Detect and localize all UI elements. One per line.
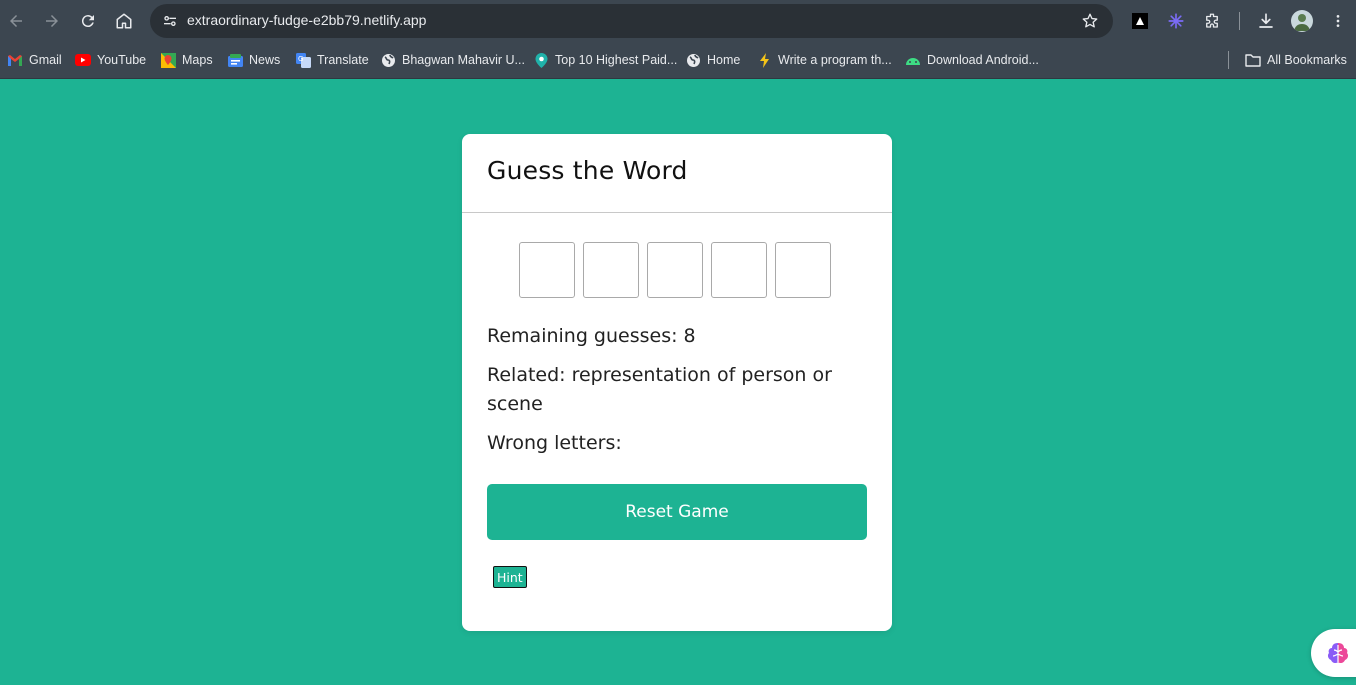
brain-icon [1325, 640, 1351, 670]
maps-icon [160, 52, 176, 68]
home-icon[interactable] [112, 9, 136, 33]
forward-arrow-icon[interactable] [40, 9, 64, 33]
back-arrow-icon[interactable] [4, 9, 28, 33]
bookmark-home[interactable]: Home [685, 50, 740, 70]
letter-input-3[interactable] [647, 242, 703, 298]
news-icon [227, 52, 243, 68]
url-text[interactable]: extraordinary-fudge-e2bb79.netlify.app [187, 12, 426, 28]
page-title: Guess the Word [487, 156, 688, 185]
bookmark-download-android[interactable]: Download Android... [905, 50, 1039, 70]
pin-icon [533, 52, 549, 68]
bookmark-translate[interactable]: G Translate [295, 50, 369, 70]
bookmark-top-10[interactable]: Top 10 Highest Paid... [533, 50, 677, 70]
bookmark-news[interactable]: News [227, 50, 280, 70]
profile-avatar[interactable] [1291, 10, 1313, 32]
youtube-icon [75, 52, 91, 68]
bookmark-label: Translate [317, 53, 369, 67]
globe-icon [380, 52, 396, 68]
bookmark-gmail[interactable]: Gmail [7, 50, 62, 70]
hint-button[interactable]: Hint [493, 566, 527, 588]
wrong-letters: Wrong letters: [487, 432, 622, 454]
globe-icon [685, 52, 701, 68]
star-icon[interactable] [1079, 10, 1101, 32]
bookmark-label: News [249, 53, 281, 67]
browser-toolbar: extraordinary-fudge-e2bb79.netlify.app [0, 0, 1356, 42]
bookmark-label: Gmail [29, 53, 62, 67]
bookmark-label: YouTube [97, 53, 147, 67]
folder-icon [1245, 52, 1261, 68]
letter-inputs [519, 242, 831, 298]
android-icon [905, 52, 921, 68]
bookmark-maps[interactable]: Maps [160, 50, 213, 70]
svg-text:G: G [298, 55, 303, 63]
bookmarks-bar: Gmail YouTube Maps News G Translate Bhag… [0, 42, 1356, 79]
bookmark-label: Bhagwan Mahavir U... [402, 53, 525, 67]
translate-icon: G [295, 52, 311, 68]
bookmark-label: Download Android... [927, 53, 1039, 67]
all-bookmarks[interactable]: All Bookmarks [1245, 50, 1347, 70]
address-bar[interactable]: extraordinary-fudge-e2bb79.netlify.app [150, 4, 1113, 38]
reload-icon[interactable] [76, 9, 100, 33]
game-card: Guess the Word Remaining guesses: 8 Rela… [462, 134, 892, 631]
bookmark-write-program[interactable]: Write a program th... [756, 50, 892, 70]
bookmark-label: Write a program th... [778, 53, 892, 67]
bookmark-label: Maps [182, 53, 213, 67]
title-divider [462, 212, 892, 213]
bookmarks-separator [1228, 51, 1229, 69]
letter-input-5[interactable] [775, 242, 831, 298]
floating-assistant-widget[interactable] [1311, 629, 1356, 677]
related-hint-text: Related: representation of person or sce… [487, 364, 832, 415]
toolbar-separator [1239, 12, 1240, 30]
bolt-icon [756, 52, 772, 68]
gmail-icon [7, 52, 23, 68]
bookmark-label: Home [707, 53, 741, 67]
download-icon[interactable] [1254, 9, 1278, 33]
bookmark-youtube[interactable]: YouTube [75, 50, 146, 70]
extension-triangle-icon[interactable] [1128, 9, 1152, 33]
kebab-menu-icon[interactable] [1326, 9, 1350, 33]
letter-input-2[interactable] [583, 242, 639, 298]
tune-icon[interactable] [160, 11, 180, 31]
all-bookmarks-label: All Bookmarks [1267, 53, 1347, 67]
letter-input-4[interactable] [711, 242, 767, 298]
remaining-guesses: Remaining guesses: 8 [487, 325, 696, 347]
extension-sparkle-icon[interactable] [1164, 9, 1188, 33]
puzzle-extensions-icon[interactable] [1200, 9, 1224, 33]
bookmark-label: Top 10 Highest Paid... [555, 53, 678, 67]
reset-game-button[interactable]: Reset Game [487, 484, 867, 540]
bookmark-bhagwan-mahavir[interactable]: Bhagwan Mahavir U... [380, 50, 525, 70]
letter-input-1[interactable] [519, 242, 575, 298]
